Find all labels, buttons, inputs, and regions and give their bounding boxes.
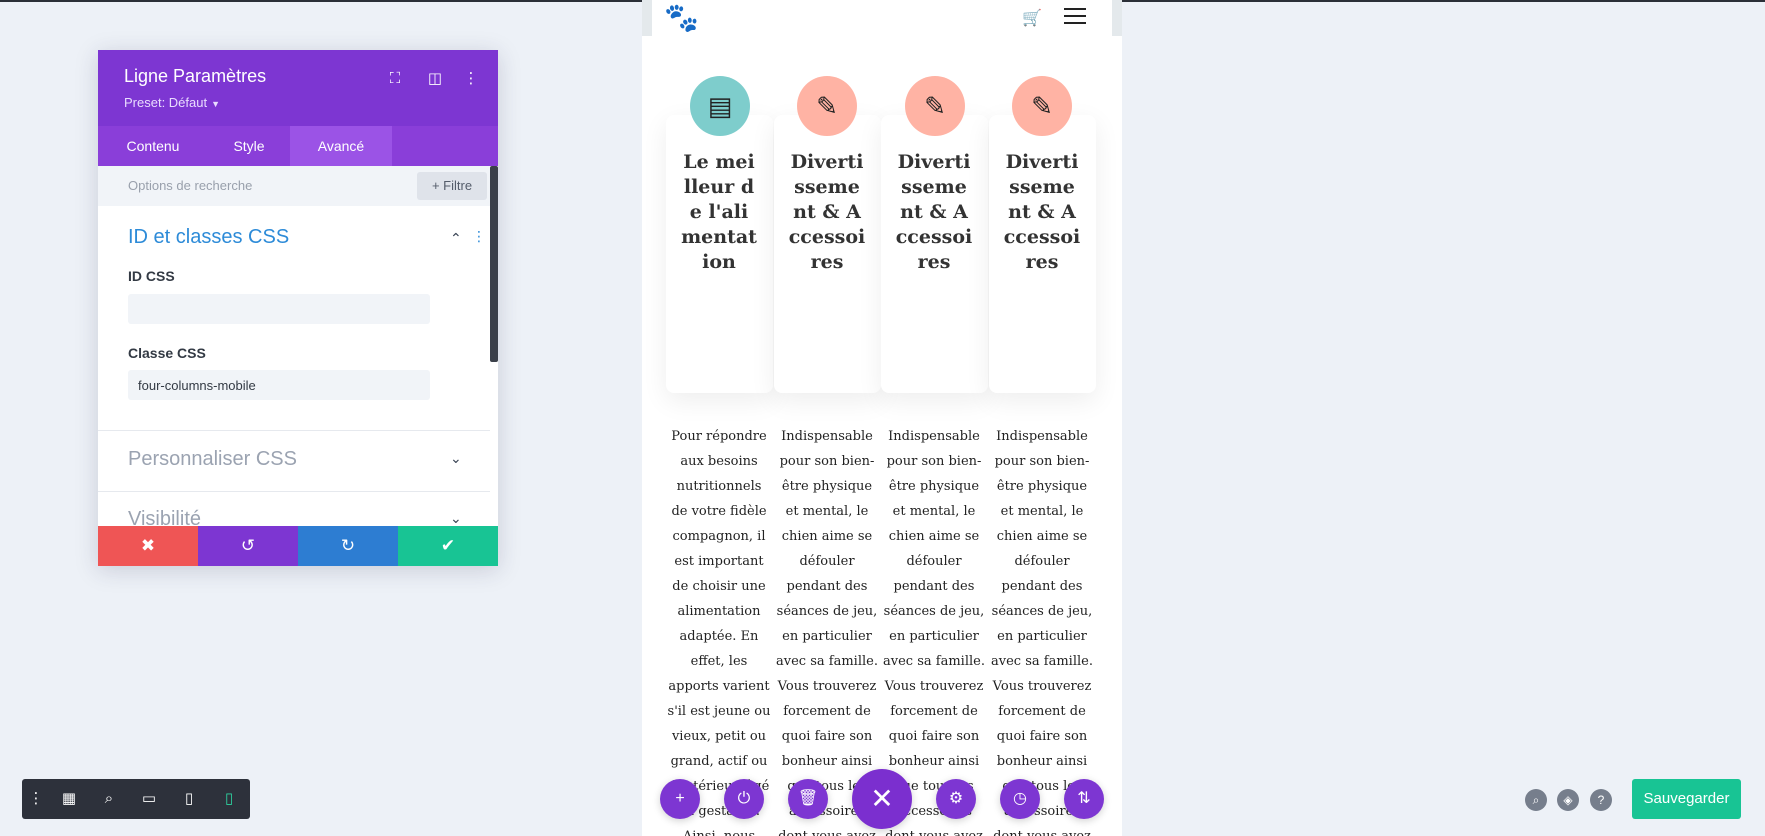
- sort-icon: ⇅: [1077, 790, 1091, 807]
- fullscreen-icon[interactable]: ⛶: [384, 68, 406, 90]
- power-icon: ⏻: [737, 790, 751, 807]
- check-icon: ✔: [440, 536, 456, 555]
- dog-toy-icon: ✎: [1012, 76, 1072, 136]
- css-id-input[interactable]: [128, 294, 430, 324]
- paw-icon[interactable]: 🐾: [664, 2, 699, 34]
- dog-toy-icon: ✎: [797, 76, 857, 136]
- zoom-icon[interactable]: ⌕: [92, 779, 126, 819]
- panel-actions: ✖ ↺ ↻ ✔: [98, 526, 498, 566]
- redo-icon: ↻: [340, 536, 356, 555]
- card-title: Divertissement & Accessoires: [895, 151, 973, 273]
- dog-toy-icon: ✎: [905, 76, 965, 136]
- panel-title: Ligne Paramètres: [124, 66, 267, 86]
- more-options-icon[interactable]: ⋮: [22, 779, 50, 819]
- divider: [98, 430, 490, 431]
- portability-button[interactable]: ⇅: [1064, 779, 1104, 819]
- site-header: 🐾 🛒: [642, 0, 1122, 36]
- scrollbar-thumb[interactable]: [490, 166, 498, 362]
- undo-button[interactable]: ↺: [198, 526, 298, 566]
- panel-header: Ligne Paramètres Preset: Défaut ▼ ⛶ ◫ ⋮: [98, 50, 498, 126]
- chevron-down-icon[interactable]: ⌄: [450, 510, 462, 527]
- disable-button[interactable]: ⏻: [724, 779, 764, 819]
- chevron-down-icon[interactable]: ⌄: [450, 450, 462, 467]
- tab-contenu[interactable]: Contenu: [98, 126, 208, 166]
- tablet-view-icon[interactable]: ▯: [172, 779, 206, 819]
- chevron-up-icon[interactable]: ⌃: [450, 230, 462, 247]
- header-edge: [642, 0, 652, 36]
- header-edge: [1112, 0, 1122, 36]
- history-icon: ◷: [1013, 790, 1027, 807]
- divider: [98, 491, 490, 492]
- confirm-button[interactable]: ✔: [398, 526, 498, 566]
- history-button[interactable]: ◷: [1000, 779, 1040, 819]
- view-mode-toolbar: ⋮ ▦ ⌕ ▭ ▯ ▯: [22, 779, 250, 819]
- layout-icon[interactable]: ▦: [52, 779, 86, 819]
- split-view-icon[interactable]: ◫: [424, 68, 446, 90]
- tab-avance[interactable]: Avancé: [290, 126, 392, 166]
- close-builder-button[interactable]: ✕: [852, 769, 912, 829]
- preset-selector[interactable]: Preset: Défaut ▼: [124, 95, 220, 110]
- section-title-id-classes[interactable]: ID et classes CSS: [128, 226, 289, 249]
- add-module-button[interactable]: +: [660, 779, 700, 819]
- more-options-icon[interactable]: ⋮: [460, 68, 482, 90]
- section-title-custom-css[interactable]: Personnaliser CSS: [128, 448, 297, 471]
- card-title: Divertissement & Accessoires: [1003, 151, 1081, 273]
- delete-button[interactable]: 🗑: [788, 779, 828, 819]
- page-settings-button[interactable]: ⚙: [936, 779, 976, 819]
- desktop-view-icon[interactable]: ▭: [132, 779, 166, 819]
- filter-button[interactable]: + Filtre: [417, 172, 487, 200]
- trash-icon: 🗑: [797, 790, 819, 807]
- hamburger-menu-icon[interactable]: [1064, 8, 1086, 29]
- close-icon: ✖: [140, 536, 156, 555]
- card-text: Pour répondre aux besoins nutritionnels …: [667, 429, 771, 836]
- preset-label: Preset: Défaut: [124, 95, 208, 110]
- help-icon[interactable]: ?: [1590, 789, 1612, 811]
- redo-button[interactable]: ↻: [298, 526, 398, 566]
- tab-style[interactable]: Style: [208, 126, 290, 166]
- cancel-button[interactable]: ✖: [98, 526, 198, 566]
- settings-icon: ⚙: [948, 790, 964, 807]
- page-preview: 🐾 🛒 ▤ Le meilleur de l'alimentation Pour…: [642, 0, 1122, 836]
- save-button[interactable]: Sauvegarder: [1632, 779, 1741, 819]
- search-options-bar: Options de recherche + Filtre: [98, 166, 498, 206]
- caret-down-icon: ▼: [211, 99, 221, 109]
- undo-icon: ↺: [240, 536, 256, 555]
- add-icon: +: [675, 790, 685, 807]
- phone-view-icon[interactable]: ▯: [212, 779, 246, 819]
- css-id-label: ID CSS: [128, 268, 175, 284]
- close-icon: ✕: [870, 783, 894, 814]
- css-class-label: Classe CSS: [128, 345, 206, 361]
- layers-icon[interactable]: ◈: [1557, 789, 1579, 811]
- cart-icon[interactable]: 🛒: [1022, 8, 1042, 28]
- card-text: Indispensable pour son bien-être physiqu…: [991, 429, 1093, 836]
- search-input[interactable]: Options de recherche: [128, 178, 252, 193]
- section-options-icon[interactable]: ⋮: [472, 228, 486, 245]
- card-title: Divertissement & Accessoires: [788, 151, 866, 273]
- panel-tabs: Contenu Style Avancé: [98, 126, 498, 166]
- css-class-value: four-columns-mobile: [138, 378, 256, 393]
- pet-food-icon: ▤: [690, 76, 750, 136]
- row-settings-panel: Ligne Paramètres Preset: Défaut ▼ ⛶ ◫ ⋮ C…: [98, 50, 498, 566]
- css-class-input[interactable]: four-columns-mobile: [128, 370, 430, 400]
- card-title: Le meilleur de l'alimentation: [681, 151, 757, 273]
- zoom-icon[interactable]: ⌕: [1525, 789, 1547, 811]
